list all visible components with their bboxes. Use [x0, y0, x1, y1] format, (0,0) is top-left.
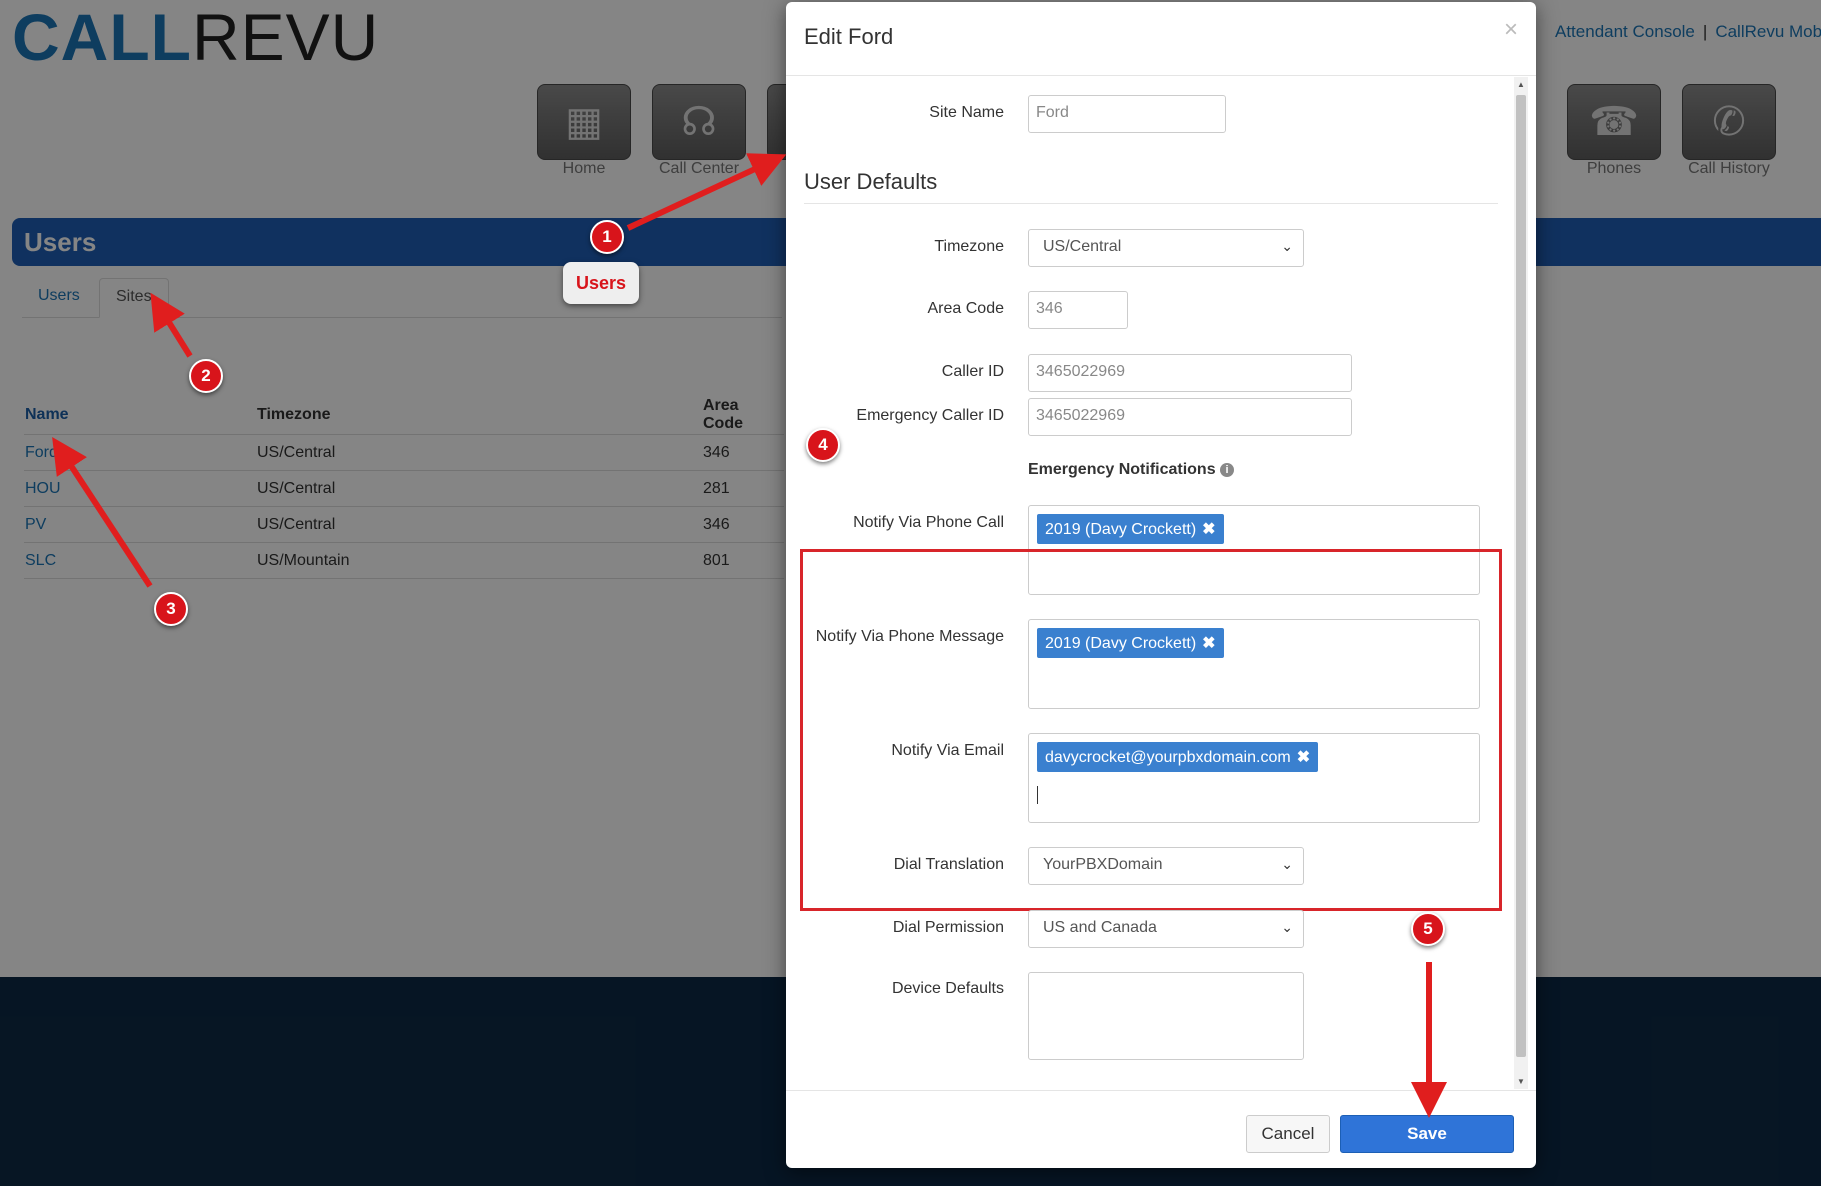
annotation-callout: Users [563, 262, 639, 304]
step-badge-3: 3 [154, 592, 188, 626]
dial-permission-label: Dial Permission [892, 919, 1004, 936]
cancel-button[interactable]: Cancel [1246, 1115, 1330, 1153]
section-divider [804, 203, 1498, 204]
remove-tag-icon[interactable]: ✖ [1202, 521, 1215, 538]
site-name-label: Site Name [929, 104, 1004, 121]
modal-title: Edit Ford [804, 24, 894, 49]
step-badge-2: 2 [189, 359, 223, 393]
close-icon[interactable]: × [1504, 16, 1518, 44]
scroll-up-icon[interactable]: ▲ [1517, 80, 1525, 89]
chevron-down-icon: ⌄ [1281, 238, 1293, 254]
modal-footer: Cancel Save [786, 1090, 1536, 1168]
notify-call-label: Notify Via Phone Call [853, 514, 1004, 531]
emergency-caller-id-label: Emergency Caller ID [856, 407, 1004, 424]
emergency-caller-id-input[interactable]: 3465022969 [1028, 398, 1352, 436]
section-title-user-defaults: User Defaults [804, 169, 938, 194]
caller-id-label: Caller ID [941, 363, 1004, 380]
caller-id-input[interactable]: 3465022969 [1028, 354, 1352, 392]
scroll-down-icon[interactable]: ▼ [1517, 1077, 1525, 1086]
tag-label: 2019 (Davy Crockett) [1045, 521, 1197, 538]
dial-permission-select[interactable]: US and Canada ⌄ [1028, 910, 1304, 948]
area-code-label: Area Code [927, 300, 1005, 317]
info-icon[interactable]: i [1220, 462, 1235, 477]
emergency-notifications-heading: Emergency Notifications i [1028, 461, 1235, 479]
device-defaults-label: Device Defaults [891, 980, 1004, 997]
site-name-input[interactable]: Ford [1028, 95, 1226, 133]
chevron-down-icon: ⌄ [1281, 856, 1293, 872]
scroll-thumb[interactable] [1516, 95, 1526, 1057]
device-defaults-textarea[interactable] [1028, 972, 1304, 1060]
modal-scrollbar[interactable]: ▲ ▼ [1514, 77, 1528, 1089]
edit-site-modal: Edit Ford × Site Name Ford User Defaults… [786, 2, 1536, 1168]
emergency-notifications-label: Emergency Notifications [1028, 461, 1216, 478]
step-badge-1: 1 [590, 220, 624, 254]
timezone-value: US/Central [1043, 238, 1122, 255]
modal-header: Edit Ford × [786, 2, 1536, 76]
save-button[interactable]: Save [1340, 1115, 1514, 1153]
timezone-select[interactable]: US/Central ⌄ [1028, 229, 1304, 267]
timezone-label: Timezone [934, 238, 1004, 255]
dial-translation-label: Dial Translation [893, 856, 1004, 873]
step-badge-4: 4 [806, 428, 840, 462]
dial-translation-select[interactable]: YourPBXDomain ⌄ [1028, 847, 1304, 885]
step-badge-5: 5 [1411, 912, 1445, 946]
area-code-input[interactable]: 346 [1028, 291, 1128, 329]
chevron-down-icon: ⌄ [1281, 919, 1293, 935]
dial-permission-value: US and Canada [1043, 919, 1157, 936]
notify-call-tag: 2019 (Davy Crockett) ✖ [1037, 514, 1224, 544]
dial-translation-value: YourPBXDomain [1043, 856, 1163, 873]
